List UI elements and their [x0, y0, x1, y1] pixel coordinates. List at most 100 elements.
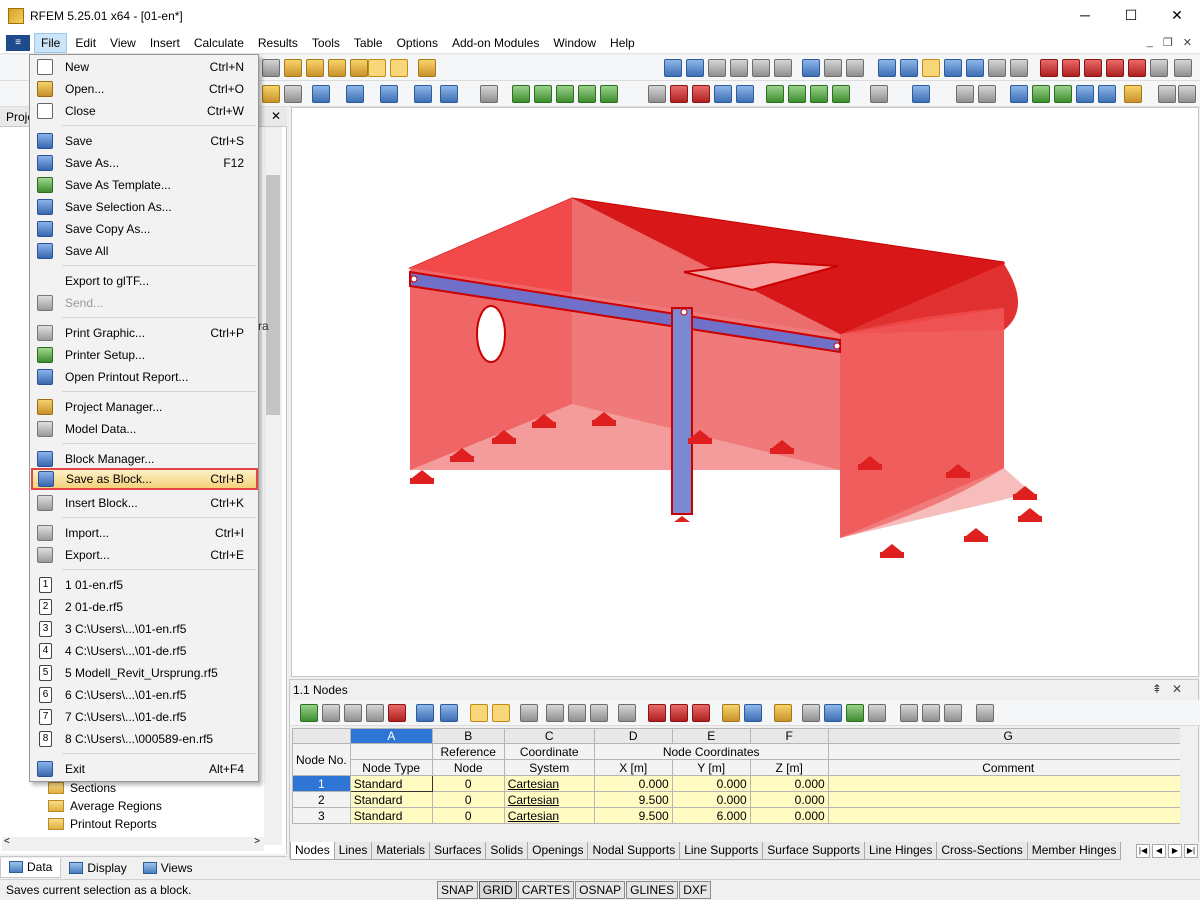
menu-item-recent-2[interactable]: 2 2 01-de.rf5: [32, 596, 256, 618]
z-cell[interactable]: 0.000: [749, 775, 829, 792]
close-button[interactable]: ✕: [1154, 0, 1200, 30]
last-sheet-icon[interactable]: ▶|: [1184, 844, 1198, 858]
menu-file[interactable]: File: [34, 32, 68, 53]
table-row[interactable]: 3 Standard 0 Cartesian 9.500 6.000 0.000: [292, 807, 1189, 824]
sheet-tab-line-hinges[interactable]: Line Hinges: [863, 842, 938, 860]
menu-item-import[interactable]: Import... Ctrl+I: [32, 522, 256, 544]
menu-item-save-selection-as[interactable]: Save Selection As...: [32, 196, 256, 218]
menu-item-recent-4[interactable]: 4 4 C:\Users\...\01-de.rf5: [32, 640, 256, 662]
table-tool-icon[interactable]: [774, 704, 792, 722]
table-tool-icon[interactable]: [744, 704, 762, 722]
toolbar-tool-icon[interactable]: [328, 59, 346, 77]
table-tool-icon[interactable]: [670, 704, 688, 722]
toolbar-tool-icon[interactable]: [966, 59, 984, 77]
table-vscrollbar[interactable]: [1180, 728, 1196, 824]
tab-views[interactable]: Views: [135, 858, 201, 878]
node-type-cell[interactable]: Standard: [349, 775, 433, 792]
menu-item-save-as-template[interactable]: Save As Template...: [32, 174, 256, 196]
next-sheet-icon[interactable]: ▶: [1168, 844, 1182, 858]
table-tool-icon[interactable]: [366, 704, 384, 722]
sheet-tab-nodal-supports[interactable]: Nodal Supports: [587, 842, 681, 860]
table-tool-icon[interactable]: [722, 704, 740, 722]
toolbar-tool-icon[interactable]: [978, 85, 996, 103]
table-tool-icon[interactable]: [344, 704, 362, 722]
menu-item-printer-setup[interactable]: Printer Setup...: [32, 344, 256, 366]
table-view-icon[interactable]: [368, 59, 386, 77]
table-tool-icon[interactable]: [900, 704, 918, 722]
menu-item-project-manager[interactable]: Project Manager...: [32, 396, 256, 418]
menu-item-recent-5[interactable]: 5 5 Modell_Revit_Ursprung.rf5: [32, 662, 256, 684]
node-type-cell[interactable]: Standard: [349, 791, 433, 808]
table-tool-icon[interactable]: [388, 704, 406, 722]
cartes-toggle[interactable]: CARTES: [517, 881, 575, 899]
col-header-c[interactable]: C: [503, 728, 595, 744]
toolbar-tool-icon[interactable]: [1158, 85, 1176, 103]
sheet-tab-surface-supports[interactable]: Surface Supports: [762, 842, 865, 860]
sheet-tab-openings[interactable]: Openings: [527, 842, 589, 860]
model-node[interactable]: [410, 275, 418, 283]
toolbar-tool-icon[interactable]: [900, 59, 918, 77]
toolbar-tool-icon[interactable]: [912, 85, 930, 103]
toolbar-tool-icon[interactable]: [788, 85, 806, 103]
coord-system-cell[interactable]: Cartesian: [503, 791, 595, 808]
menu-item-export-gltf[interactable]: Export to glTF...: [32, 270, 256, 292]
menu-addon-modules[interactable]: Add-on Modules: [446, 34, 545, 52]
model-node[interactable]: [833, 342, 841, 350]
function-icon[interactable]: [922, 704, 940, 722]
menu-item-exit[interactable]: Exit Alt+F4: [32, 758, 256, 780]
navigator-hscrollbar[interactable]: < >: [2, 836, 264, 851]
toolbar-tool-icon[interactable]: [714, 85, 732, 103]
toolbar-tool-icon[interactable]: [1106, 59, 1124, 77]
toolbar-tool-icon[interactable]: [578, 85, 596, 103]
table-tool-icon[interactable]: [568, 704, 586, 722]
next-icon[interactable]: [686, 59, 704, 77]
toolbar-tool-icon[interactable]: [1062, 59, 1080, 77]
table-tool-icon[interactable]: [300, 704, 318, 722]
menu-item-save-as[interactable]: Save As... F12: [32, 152, 256, 174]
dxf-toggle[interactable]: DXF: [679, 881, 712, 899]
toolbar-tool-icon[interactable]: [414, 85, 432, 103]
menu-item-recent-6[interactable]: 6 6 C:\Users\...\01-en.rf5: [32, 684, 256, 706]
sheet-tab-solids[interactable]: Solids: [485, 842, 529, 860]
table-tool-icon[interactable]: [492, 704, 510, 722]
glines-toggle[interactable]: GLINES: [626, 881, 679, 899]
toolbar-tool-icon[interactable]: [802, 59, 820, 77]
mdi-document-icon[interactable]: ≡: [6, 34, 30, 51]
snap-toggle[interactable]: SNAP: [437, 881, 478, 899]
reference-cell[interactable]: 0: [431, 775, 505, 792]
toolbar-tool-icon[interactable]: [766, 85, 784, 103]
y-cell[interactable]: 0.000: [671, 775, 751, 792]
menu-item-open-printout-report[interactable]: Open Printout Report...: [32, 366, 256, 388]
toolbar-tool-icon[interactable]: [306, 59, 324, 77]
model-node[interactable]: [680, 308, 688, 316]
mdi-close-icon[interactable]: ✕: [1183, 36, 1192, 49]
toolbar-tool-icon[interactable]: [1178, 85, 1196, 103]
menu-item-print-graphic[interactable]: Print Graphic... Ctrl+P: [32, 322, 256, 344]
toolbar-tool-icon[interactable]: [648, 85, 666, 103]
wall-opening[interactable]: [476, 305, 506, 363]
lock-icon[interactable]: [976, 704, 994, 722]
toolbar-tool-icon[interactable]: [878, 59, 896, 77]
toolbar-tool-icon[interactable]: [956, 85, 974, 103]
toolbar-tool-icon[interactable]: [730, 59, 748, 77]
toolbar-tool-icon[interactable]: [480, 85, 498, 103]
toolbar-tool-icon[interactable]: [312, 85, 330, 103]
toolbar-tool-icon[interactable]: [752, 59, 770, 77]
x-cell[interactable]: 9.500: [593, 791, 673, 808]
z-cell[interactable]: 0.000: [749, 791, 829, 808]
col-header-g[interactable]: G: [827, 728, 1189, 744]
previous-icon[interactable]: [664, 59, 682, 77]
menu-item-save-copy-as[interactable]: Save Copy As...: [32, 218, 256, 240]
row-number[interactable]: 2: [292, 791, 351, 808]
sheet-tab-materials[interactable]: Materials: [371, 842, 431, 860]
toolbar-tool-icon[interactable]: [774, 59, 792, 77]
col-header-a[interactable]: A: [349, 728, 433, 744]
row-number[interactable]: 1: [292, 775, 351, 792]
col-header-f[interactable]: F: [749, 728, 829, 744]
toolbar-tool-icon[interactable]: [1076, 85, 1094, 103]
sheet-tab-cross-sections[interactable]: Cross-Sections: [936, 842, 1028, 860]
menu-item-save[interactable]: Save Ctrl+S: [32, 130, 256, 152]
table-tool-icon[interactable]: [440, 704, 458, 722]
minimize-button[interactable]: ─: [1062, 0, 1108, 30]
tree-item-average-regions[interactable]: Average Regions: [48, 799, 162, 813]
